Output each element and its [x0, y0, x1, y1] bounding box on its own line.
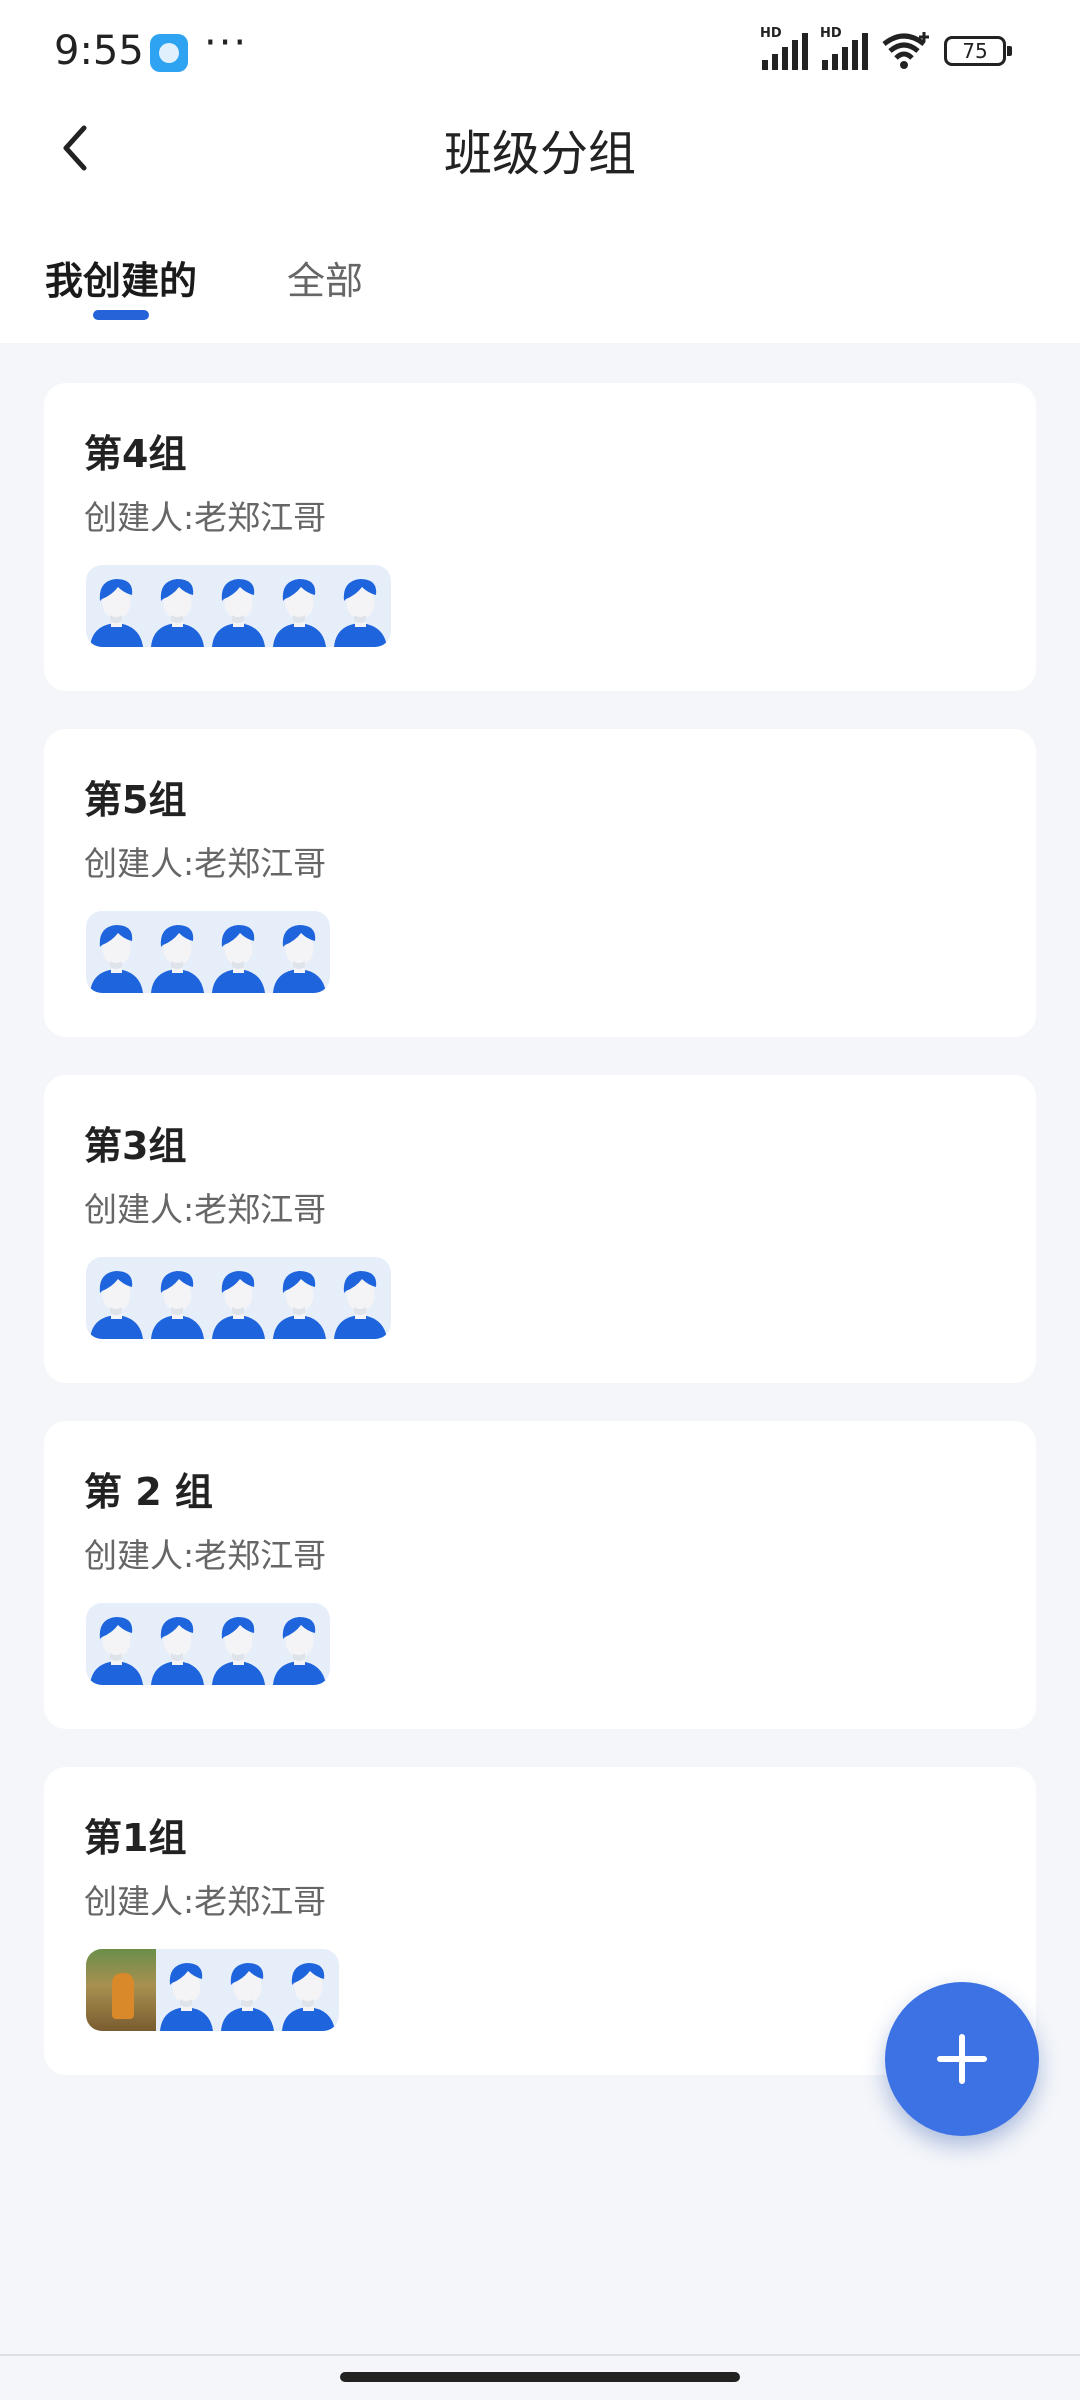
group-card[interactable]: 第1组 创建人:老郑江哥 — [44, 1767, 1036, 2075]
status-bar: 9:55 ··· HD HD 75 — [0, 0, 1080, 100]
member-avatar-icon — [269, 565, 330, 647]
member-avatars — [86, 1257, 391, 1339]
page-title: 班级分组 — [443, 126, 636, 182]
member-avatar-icon — [330, 565, 391, 647]
signal-hd-label-2: HD — [820, 26, 842, 41]
member-avatar-icon — [86, 911, 147, 993]
app-notification-icon — [150, 34, 188, 72]
member-avatar-icon — [86, 1257, 147, 1339]
member-avatar-icon — [208, 565, 269, 647]
more-notifications-icon: ··· — [204, 20, 249, 66]
group-card[interactable]: 第5组 创建人:老郑江哥 — [44, 729, 1036, 1037]
member-avatar-icon — [269, 1603, 330, 1685]
group-list: 第4组 创建人:老郑江哥 第5组 创建人:老郑江哥 第3组 创建人:老郑江哥 第… — [44, 383, 1036, 2113]
member-avatars — [86, 911, 330, 993]
cell-signal-icon: HD — [760, 26, 812, 72]
member-avatars — [86, 1949, 339, 2031]
member-avatar-icon — [278, 1949, 339, 2031]
nav-bar: 班级分组 — [0, 100, 1080, 200]
group-card[interactable]: 第 2 组 创建人:老郑江哥 — [44, 1421, 1036, 1729]
member-avatar-icon — [147, 1603, 208, 1685]
group-creator: 创建人:老郑江哥 — [84, 844, 327, 883]
tab-bar: 我创建的 全部 — [0, 240, 1080, 340]
add-group-button[interactable] — [885, 1982, 1039, 2136]
group-creator: 创建人:老郑江哥 — [84, 1882, 327, 1921]
group-name: 第4组 — [84, 432, 187, 476]
member-avatar-icon — [147, 565, 208, 647]
member-avatar-icon — [147, 1257, 208, 1339]
member-avatar-icon — [147, 911, 208, 993]
group-name: 第5组 — [84, 778, 187, 822]
member-photo-avatar — [86, 1949, 156, 2031]
tab-all[interactable]: 全部 — [287, 250, 363, 305]
member-avatar-icon — [217, 1949, 278, 2031]
member-avatar-icon — [330, 1257, 391, 1339]
wifi-icon — [880, 30, 932, 72]
cell-signal-icon-2: HD — [820, 26, 872, 72]
member-avatar-icon — [86, 1603, 147, 1685]
group-name: 第1组 — [84, 1816, 187, 1860]
member-avatar-icon — [208, 1603, 269, 1685]
member-avatar-icon — [269, 911, 330, 993]
header-area: 9:55 ··· HD HD 75 班级分组 我创建的 全部 — [0, 0, 1080, 343]
tab-indicator — [93, 310, 149, 320]
status-time: 9:55 — [54, 28, 144, 74]
member-avatar-icon — [86, 565, 147, 647]
group-card[interactable]: 第3组 创建人:老郑江哥 — [44, 1075, 1036, 1383]
group-creator: 创建人:老郑江哥 — [84, 1190, 327, 1229]
home-indicator[interactable] — [340, 2372, 740, 2382]
group-creator: 创建人:老郑江哥 — [84, 498, 327, 537]
group-creator: 创建人:老郑江哥 — [84, 1536, 327, 1575]
group-card[interactable]: 第4组 创建人:老郑江哥 — [44, 383, 1036, 691]
member-avatars — [86, 565, 391, 647]
member-avatars — [86, 1603, 330, 1685]
member-avatar-icon — [208, 911, 269, 993]
group-name: 第3组 — [84, 1124, 187, 1168]
battery-indicator: 75 — [944, 36, 1012, 66]
signal-hd-label: HD — [760, 26, 782, 41]
member-avatar-icon — [208, 1257, 269, 1339]
bottom-divider — [0, 2354, 1080, 2356]
member-avatar-icon — [269, 1257, 330, 1339]
member-avatar-icon — [156, 1949, 217, 2031]
group-name: 第 2 组 — [84, 1470, 213, 1514]
plus-icon — [937, 2034, 987, 2084]
tab-my-created[interactable]: 我创建的 — [45, 250, 197, 305]
